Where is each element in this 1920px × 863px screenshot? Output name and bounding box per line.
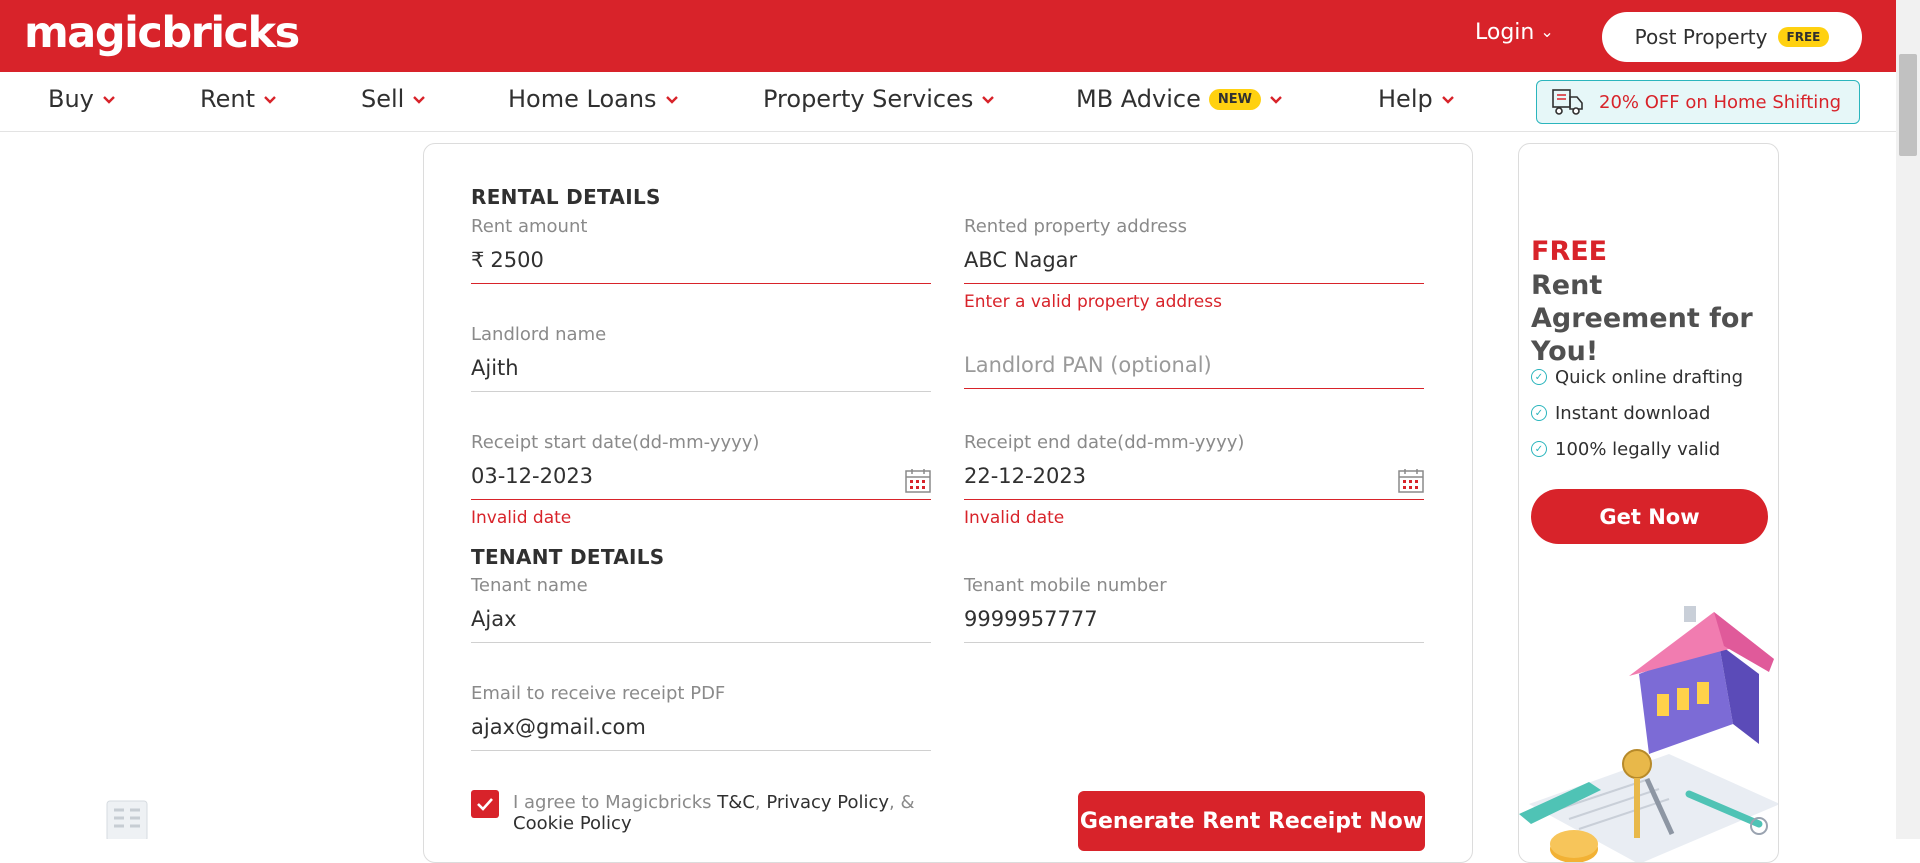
rent-agreement-promo-card: FREE Rent Agreement for You! ✓ Quick onli…: [1518, 143, 1779, 863]
nav-label: Buy: [48, 85, 94, 113]
house-illustration: [1519, 606, 1778, 862]
tenant-name-label: Tenant name: [471, 575, 588, 596]
new-badge: NEW: [1208, 88, 1261, 110]
nav-label: Property Services: [763, 85, 974, 113]
agree-checkbox[interactable]: [471, 790, 499, 818]
tenant-name-input[interactable]: Ajax: [471, 599, 931, 643]
promo-feature-item: ✓ Quick online drafting: [1531, 359, 1743, 395]
post-property-button[interactable]: Post Property FREE: [1602, 12, 1862, 62]
check-circle-icon: ✓: [1531, 405, 1547, 421]
receipt-end-date-input[interactable]: 22-12-2023: [964, 456, 1424, 500]
landlord-name-label: Landlord name: [471, 324, 607, 345]
property-address-label: Rented property address: [964, 216, 1187, 237]
chevron-down-icon: [665, 95, 678, 104]
chevron-down-icon: [982, 95, 995, 104]
receipt-start-date-input[interactable]: 03-12-2023: [471, 456, 931, 500]
tc-link[interactable]: T&C: [717, 792, 755, 813]
landlord-pan-field: Landlord PAN (optional): [964, 324, 1424, 389]
page-scrollbar-thumb[interactable]: [1899, 54, 1917, 156]
tenant-mobile-label: Tenant mobile number: [964, 575, 1167, 596]
moving-truck-icon: [1552, 89, 1583, 115]
tenant-mobile-field: Tenant mobile number 9999957777: [964, 575, 1424, 643]
chevron-down-icon: [413, 95, 426, 104]
agree-separator: ,: [754, 792, 767, 813]
nav-label: MB Advice: [1076, 85, 1201, 113]
chevron-down-icon: [1441, 95, 1454, 104]
email-field: Email to receive receipt PDF ajax@gmail.…: [471, 683, 931, 751]
calendar-icon[interactable]: [905, 468, 931, 494]
landlord-name-field: Landlord name Ajith: [471, 324, 931, 392]
agree-prefix: I agree to Magicbricks: [513, 792, 718, 813]
home-shifting-offer-button[interactable]: 20% OFF on Home Shifting: [1536, 80, 1860, 124]
get-now-button[interactable]: Get Now: [1531, 489, 1768, 544]
nav-item-home-loans[interactable]: Home Loans: [508, 85, 679, 113]
property-address-input[interactable]: ABC Nagar: [964, 240, 1424, 284]
receipt-start-date-error: Invalid date: [471, 508, 572, 528]
promo-feature-label: Instant download: [1555, 402, 1711, 424]
promo-feature-item: ✓ Instant download: [1531, 395, 1743, 431]
rent-amount-input[interactable]: ₹2500: [471, 240, 931, 284]
property-address-error: Enter a valid property address: [964, 292, 1222, 312]
generate-rent-receipt-button[interactable]: Generate Rent Receipt Now: [1078, 791, 1425, 851]
nav-item-sell[interactable]: Sell: [361, 85, 426, 113]
nav-item-rent[interactable]: Rent: [200, 85, 277, 113]
agree-separator: , &: [889, 792, 915, 813]
tenant-details-heading: TENANT DETAILS: [471, 545, 665, 569]
rent-amount-field: Rent amount ₹2500: [471, 216, 931, 284]
receipt-start-date-field: Receipt start date(dd-mm-yyyy) 03-12-202…: [471, 432, 931, 528]
rent-amount-value: 2500: [490, 248, 544, 272]
promo-free-label: FREE: [1531, 236, 1608, 267]
chevron-down-icon: [103, 95, 115, 104]
privacy-policy-link[interactable]: Privacy Policy: [766, 792, 889, 813]
receipt-end-date-error: Invalid date: [964, 508, 1065, 528]
nav-item-help[interactable]: Help: [1378, 85, 1455, 113]
checkmark-icon: [477, 798, 493, 811]
landlord-name-input[interactable]: Ajith: [471, 348, 931, 392]
magicbricks-logo[interactable]: magicbricks: [24, 8, 300, 58]
rupee-icon: ₹: [471, 248, 485, 272]
email-input[interactable]: ajax@gmail.com: [471, 707, 931, 751]
agree-text: I agree to Magicbricks T&C, Privacy Poli…: [513, 792, 943, 834]
promo-feature-label: 100% legally valid: [1555, 438, 1721, 460]
chevron-down-icon: [264, 95, 276, 104]
login-label: Login: [1475, 20, 1535, 45]
home-shifting-offer-label: 20% OFF on Home Shifting: [1599, 91, 1842, 113]
tenant-name-field: Tenant name Ajax: [471, 575, 931, 643]
chevron-down-icon: ⌄: [1540, 22, 1554, 41]
receipt-end-date-label: Receipt end date(dd-mm-yyyy): [964, 432, 1245, 453]
promo-feature-item: ✓ 100% legally valid: [1531, 431, 1743, 467]
tenant-mobile-input[interactable]: 9999957777: [964, 599, 1424, 643]
check-circle-icon: ✓: [1531, 441, 1547, 457]
nav-label: Rent: [200, 85, 255, 113]
cookie-policy-link[interactable]: Cookie Policy: [513, 813, 632, 834]
promo-headline: Rent Agreement for You!: [1531, 270, 1753, 367]
chevron-down-icon: [1270, 95, 1282, 104]
post-property-label: Post Property: [1634, 25, 1768, 49]
nav-item-buy[interactable]: Buy: [48, 85, 116, 113]
promo-feature-list: ✓ Quick online drafting ✓ Instant download…: [1531, 359, 1743, 467]
check-circle-icon: ✓: [1531, 369, 1547, 385]
rent-amount-label: Rent amount: [471, 216, 588, 237]
free-badge: FREE: [1777, 27, 1830, 47]
promo-feature-label: Quick online drafting: [1555, 366, 1744, 388]
nav-item-property-services[interactable]: Property Services: [763, 85, 995, 113]
top-header: magicbricks Login ⌄ Post Property FREE: [0, 0, 1896, 72]
receipt-end-date-field: Receipt end date(dd-mm-yyyy) 22-12-2023 …: [964, 432, 1424, 528]
nav-item-mb-advice[interactable]: MB Advice NEW: [1076, 85, 1283, 113]
email-label: Email to receive receipt PDF: [471, 683, 726, 704]
nav-label: Home Loans: [508, 85, 657, 113]
rental-details-heading: RENTAL DETAILS: [471, 185, 661, 209]
document-list-icon: [106, 800, 148, 839]
terms-agreement: I agree to Magicbricks T&C, Privacy Poli…: [471, 790, 943, 834]
login-menu[interactable]: Login ⌄: [1475, 20, 1554, 45]
receipt-start-date-label: Receipt start date(dd-mm-yyyy): [471, 432, 760, 453]
property-address-field: Rented property address ABC Nagar Enter …: [964, 216, 1424, 312]
calendar-icon[interactable]: [1398, 468, 1424, 494]
nav-label: Sell: [361, 85, 405, 113]
landlord-pan-input[interactable]: Landlord PAN (optional): [964, 345, 1424, 389]
nav-label: Help: [1378, 85, 1433, 113]
